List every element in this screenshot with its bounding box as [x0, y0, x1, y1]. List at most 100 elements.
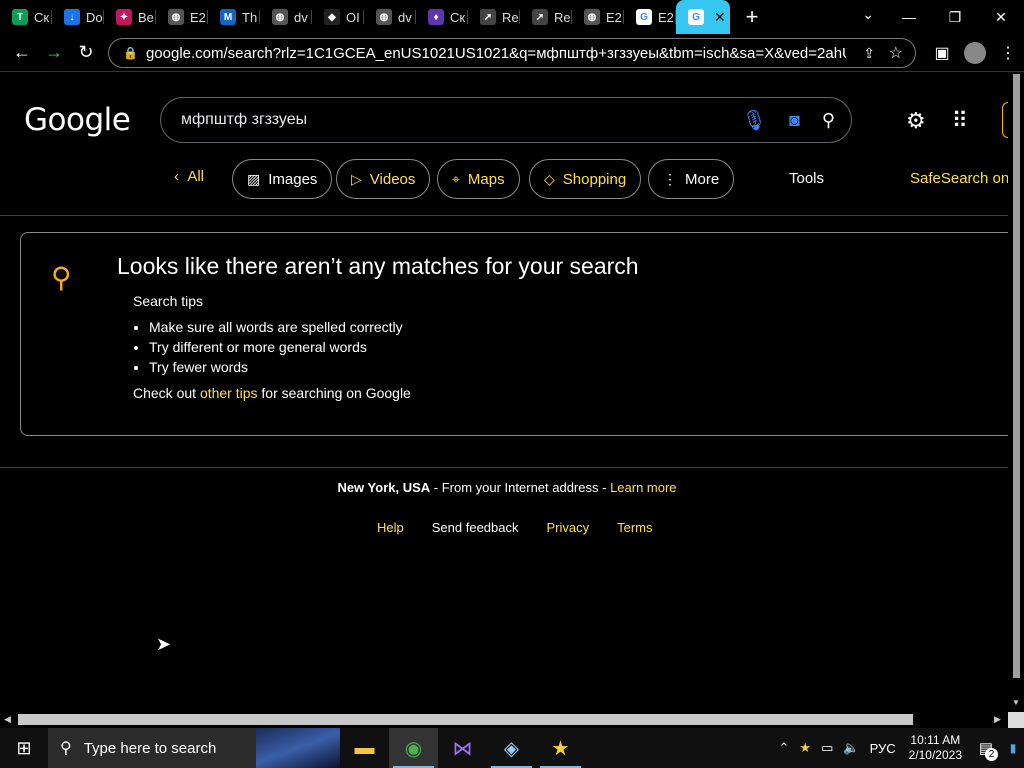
microphone-icon[interactable]: 🎙	[742, 108, 767, 133]
tools-button[interactable]: Tools	[789, 170, 824, 187]
pointer-logo-icon: ➚	[532, 9, 548, 25]
tray-star-icon[interactable]: ★	[794, 740, 816, 756]
tab-title: Do	[86, 9, 103, 25]
side-panel-icon[interactable]: ▣	[926, 43, 958, 63]
app-cube-icon[interactable]: ◈	[487, 728, 536, 768]
check-suffix: for searching on Google	[257, 385, 411, 401]
horizontal-scroll-thumb[interactable]	[18, 714, 913, 725]
browser-tab[interactable]: ◍ E2	[156, 0, 208, 34]
browser-tab[interactable]: ➚ Re	[468, 0, 520, 34]
settings-gear-icon[interactable]: ⚙	[906, 108, 926, 134]
tab-title: Re	[502, 9, 519, 25]
browser-tab[interactable]: ◍ dv	[364, 0, 416, 34]
taskbar-search-placeholder: Type here to search	[83, 739, 217, 757]
volume-icon[interactable]: 🔈	[838, 740, 864, 756]
windows-start-icon[interactable]: ⊞	[0, 728, 48, 768]
scroll-right-arrow-icon[interactable]: ▶	[994, 714, 1001, 725]
reload-icon[interactable]: ↻	[70, 42, 102, 63]
show-desktop-icon[interactable]: ▮	[1002, 728, 1024, 768]
language-indicator[interactable]: РУС	[865, 741, 901, 756]
chip-shopping-label: Shopping	[562, 170, 627, 188]
camera-lens-icon[interactable]: ◙	[789, 110, 800, 131]
menu-kebab-icon[interactable]: ⋮	[992, 43, 1024, 63]
map-pin-icon: ⌖	[452, 170, 460, 187]
browser-tab[interactable]: ◍ E2	[572, 0, 624, 34]
clock[interactable]: 10:11 AM 2/10/2023	[901, 733, 970, 763]
chrome-icon[interactable]: ◉	[389, 728, 438, 768]
mouse-cursor-icon: ➤	[156, 634, 172, 654]
magnifier-icon: ⚲	[51, 262, 72, 293]
network-icon[interactable]: ▭	[816, 740, 838, 756]
horizontal-scrollbar[interactable]: ◀ ▶	[0, 712, 1024, 728]
scroll-corner	[1008, 712, 1024, 728]
search-tips-heading: Search tips	[133, 293, 204, 309]
tray-chevron-icon[interactable]: ⌃	[774, 740, 795, 756]
help-link[interactable]: Help	[377, 520, 404, 535]
forward-icon[interactable]: →	[38, 42, 70, 63]
bookmark-star-icon[interactable]: ☆	[889, 43, 903, 63]
chip-videos[interactable]: ▷ Videos	[336, 159, 431, 199]
globe-icon: ◍	[272, 9, 288, 25]
lock-icon[interactable]: 🔒	[123, 46, 138, 60]
chip-videos-label: Videos	[369, 170, 416, 188]
chip-maps[interactable]: ⌖ Maps	[437, 159, 520, 199]
browser-tab[interactable]: M Th	[208, 0, 260, 34]
list-item: Try different or more general words	[149, 337, 403, 357]
other-tips-line: Check out other tips for searching on Go…	[133, 385, 411, 401]
image-icon: ▨	[247, 170, 261, 187]
more-vertical-icon: ⋮	[663, 170, 677, 187]
browser-tab[interactable]: ♦ Ск	[416, 0, 468, 34]
restore-icon[interactable]: ❐	[932, 0, 978, 34]
address-bar[interactable]: 🔒 google.com/search?rlz=1C1GCEA_enUS1021…	[108, 38, 916, 68]
tab-title: OI	[346, 9, 360, 25]
browser-tab[interactable]: T Ск	[0, 0, 52, 34]
tab-title: dv	[398, 9, 412, 25]
close-window-icon[interactable]: ✕	[978, 0, 1024, 34]
chip-images[interactable]: ▨ Images	[232, 159, 333, 199]
back-icon[interactable]: ←	[6, 42, 38, 63]
scroll-left-arrow-icon[interactable]: ◀	[4, 714, 11, 725]
browser-tab[interactable]: ◍ dv	[260, 0, 312, 34]
learn-more-link[interactable]: Learn more	[610, 480, 676, 495]
profile-avatar[interactable]	[964, 42, 986, 64]
safesearch-toggle[interactable]: SafeSearch on	[910, 170, 1008, 187]
browser-tab[interactable]: ◆ OI	[312, 0, 364, 34]
new-tab-icon[interactable]: +	[740, 4, 764, 30]
google-logo[interactable]: Google	[24, 102, 131, 138]
tab-title: E2	[190, 9, 206, 25]
apps-grid-icon[interactable]: ⠿	[952, 108, 968, 134]
chip-all-label: All	[187, 168, 205, 185]
other-tips-link[interactable]: other tips	[200, 385, 258, 401]
browser-tab[interactable]: ↓ Do	[52, 0, 104, 34]
file-explorer-icon[interactable]: ▬	[340, 728, 389, 768]
send-feedback-link[interactable]: Send feedback	[432, 520, 519, 535]
list-item: Make sure all words are spelled correctl…	[149, 317, 403, 337]
scroll-down-arrow-icon[interactable]: ▼	[1012, 698, 1020, 707]
tab-search-icon[interactable]: ⌄	[862, 6, 874, 23]
search-icon[interactable]: ⚲	[822, 110, 835, 131]
active-browser-tab[interactable]: G ✕	[676, 0, 730, 34]
taskbar-search-box[interactable]: ⚲ Type here to search	[48, 728, 256, 768]
search-highlight-image[interactable]	[256, 728, 340, 768]
search-input[interactable]: мфпштф згззуеы 🎙 ◙ ⚲	[160, 97, 852, 143]
minimize-icon[interactable]: —	[886, 0, 932, 34]
star-app-icon[interactable]: ★	[536, 728, 585, 768]
header-divider	[0, 215, 1008, 216]
vertical-scrollbar[interactable]: ▼	[1008, 72, 1024, 712]
privacy-link[interactable]: Privacy	[546, 520, 589, 535]
browser-tab[interactable]: G E2	[624, 0, 676, 34]
clock-date: 2/10/2023	[908, 748, 962, 762]
chip-shopping[interactable]: ◇ Shopping	[529, 159, 642, 199]
browser-tab[interactable]: ➚ Re	[520, 0, 572, 34]
share-icon[interactable]: ⇪	[863, 45, 875, 62]
chip-more[interactable]: ⋮ More	[648, 159, 735, 199]
google-icon: G	[688, 9, 704, 25]
notifications-icon[interactable]: ▤ 2	[970, 739, 1002, 761]
windows-taskbar: ⊞ ⚲ Type here to search ▬ ◉ ⋈ ◈ ★ ⌃ ★ ▭ …	[0, 728, 1024, 768]
vertical-scroll-thumb[interactable]	[1013, 74, 1020, 678]
browser-tab[interactable]: ✦ Be	[104, 0, 156, 34]
visual-studio-icon[interactable]: ⋈	[438, 728, 487, 768]
chip-all[interactable]: ‹ All	[174, 168, 204, 185]
close-tab-icon[interactable]: ✕	[714, 9, 726, 26]
terms-link[interactable]: Terms	[617, 520, 652, 535]
